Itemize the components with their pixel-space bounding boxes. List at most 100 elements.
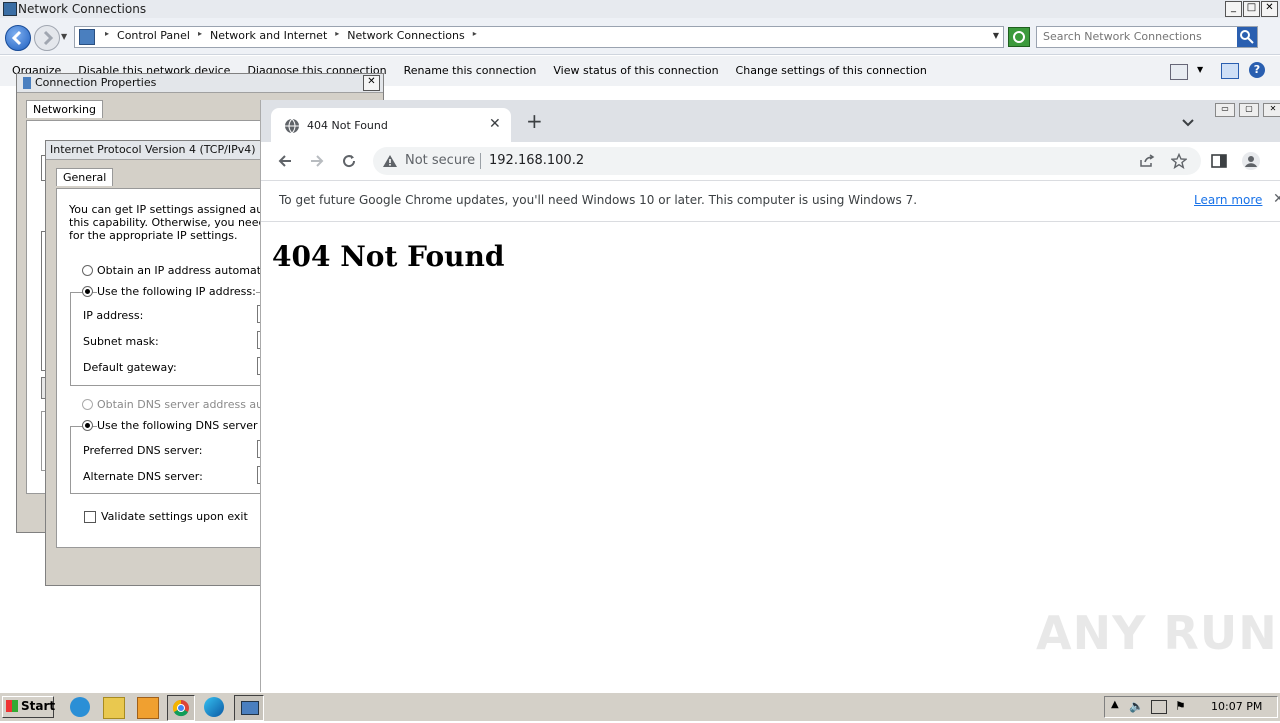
back-icon[interactable] bbox=[277, 153, 293, 169]
obtain-ip-radio[interactable] bbox=[82, 265, 93, 276]
explorer-address-row: ▼ ▸ Control Panel ▸ Network and Internet… bbox=[0, 18, 1280, 55]
forward-arrow-icon bbox=[43, 30, 54, 46]
breadcrumb-network-connections[interactable]: Network Connections bbox=[347, 29, 464, 42]
volume-icon[interactable]: 🔈 bbox=[1129, 699, 1144, 713]
profile-avatar-icon[interactable] bbox=[1241, 151, 1261, 171]
system-tray: ▲ 🔈 ⚑ 10:07 PM bbox=[1104, 696, 1278, 718]
learn-more-link[interactable]: Learn more bbox=[1194, 193, 1262, 207]
view-options-icon[interactable] bbox=[1170, 64, 1188, 80]
infobar-close-icon[interactable]: ✕ bbox=[1273, 191, 1280, 207]
intro-line-3: for the appropriate IP settings. bbox=[69, 229, 238, 242]
breadcrumb-network-internet[interactable]: Network and Internet bbox=[210, 29, 327, 42]
bookmark-star-icon[interactable] bbox=[1171, 153, 1187, 169]
update-infobar: To get future Google Chrome updates, you… bbox=[261, 181, 1280, 222]
use-dns-label: Use the following DNS server addr bbox=[97, 419, 287, 432]
chrome-tab[interactable]: 404 Not Found ✕ bbox=[271, 108, 511, 142]
recent-pages-chevron-icon[interactable]: ▼ bbox=[61, 32, 67, 41]
page-heading: 404 Not Found bbox=[272, 240, 505, 273]
connection-properties-title: Connection Properties bbox=[35, 76, 157, 89]
network-tray-icon[interactable] bbox=[1151, 700, 1167, 714]
not-secure-label[interactable]: Not secure bbox=[405, 153, 475, 168]
use-dns-radio[interactable] bbox=[82, 420, 93, 431]
url-text[interactable]: 192.168.100.2 bbox=[489, 153, 584, 168]
change-settings-button[interactable]: Change settings of this connection bbox=[736, 64, 927, 77]
validate-label: Validate settings upon exit bbox=[101, 510, 248, 523]
maximize-button[interactable]: □ bbox=[1243, 1, 1260, 17]
intro-line-1: You can get IP settings assigned automa bbox=[69, 203, 292, 216]
network-adapter-icon bbox=[23, 77, 31, 89]
back-button[interactable] bbox=[5, 25, 31, 51]
search-icon bbox=[1240, 30, 1254, 44]
connection-properties-close-button[interactable]: ✕ bbox=[363, 75, 380, 91]
tab-close-icon[interactable]: ✕ bbox=[489, 116, 501, 132]
alternate-dns-label: Alternate DNS server: bbox=[83, 470, 203, 483]
obtain-dns-label: Obtain DNS server address autom bbox=[97, 398, 285, 411]
breadcrumb-chevron-icon[interactable]: ▸ bbox=[198, 29, 202, 42]
action-center-flag-icon[interactable]: ⚑ bbox=[1175, 699, 1186, 713]
preview-pane-icon[interactable] bbox=[1221, 63, 1239, 79]
forward-button[interactable] bbox=[34, 25, 60, 51]
close-button[interactable]: ✕ bbox=[1261, 1, 1278, 17]
forward-icon[interactable] bbox=[309, 153, 325, 169]
refresh-icon bbox=[1013, 31, 1025, 43]
breadcrumb-control-panel[interactable]: Control Panel bbox=[117, 29, 190, 42]
show-hidden-icons-icon[interactable]: ▲ bbox=[1111, 699, 1119, 710]
globe-icon bbox=[285, 118, 299, 134]
tab-general[interactable]: General bbox=[56, 168, 114, 186]
chrome-close-button[interactable]: ✕ bbox=[1263, 103, 1280, 117]
breadcrumb-chevron-icon[interactable]: ▸ bbox=[105, 29, 109, 42]
side-panel-icon[interactable] bbox=[1211, 154, 1227, 168]
media-player-icon[interactable] bbox=[137, 697, 159, 719]
tab-search-chevron-icon[interactable] bbox=[1181, 118, 1195, 128]
chrome-restore-button[interactable]: ▢ bbox=[1239, 103, 1259, 117]
minimize-button[interactable]: _ bbox=[1225, 1, 1242, 17]
explorer-title: Network Connections bbox=[18, 2, 147, 16]
clock[interactable]: 10:07 PM bbox=[1211, 700, 1262, 713]
omnibox-divider bbox=[480, 153, 481, 169]
control-panel-icon bbox=[79, 29, 95, 45]
warning-icon[interactable] bbox=[382, 154, 398, 168]
address-dropdown-icon[interactable]: ▼ bbox=[993, 31, 999, 40]
ip-address-label: IP address: bbox=[83, 309, 144, 322]
use-ip-radio[interactable] bbox=[82, 286, 93, 297]
breadcrumb-chevron-icon[interactable]: ▸ bbox=[335, 29, 339, 42]
start-button[interactable]: Start bbox=[2, 696, 55, 718]
edge-icon[interactable] bbox=[204, 697, 224, 717]
infobar-message: To get future Google Chrome updates, you… bbox=[279, 193, 918, 207]
breadcrumb-chevron-icon[interactable]: ▸ bbox=[473, 29, 477, 42]
default-gateway-label: Default gateway: bbox=[83, 361, 177, 374]
explorer-titlebar: Network Connections _ □ ✕ bbox=[0, 0, 1280, 19]
network-window-icon bbox=[241, 701, 259, 715]
file-explorer-icon[interactable] bbox=[103, 697, 125, 719]
tab-title: 404 Not Found bbox=[307, 119, 388, 132]
address-bar[interactable]: ▸ Control Panel ▸ Network and Internet ▸… bbox=[74, 26, 1004, 48]
chrome-taskbar-button[interactable] bbox=[167, 695, 195, 721]
search-input[interactable] bbox=[1041, 29, 1235, 44]
rename-button[interactable]: Rename this connection bbox=[404, 64, 537, 77]
network-connections-taskbar-button[interactable] bbox=[234, 695, 264, 721]
network-folder-icon bbox=[3, 2, 17, 16]
search-box[interactable] bbox=[1036, 26, 1258, 48]
connection-properties-titlebar: Connection Properties ✕ bbox=[17, 74, 383, 93]
internet-explorer-icon[interactable] bbox=[70, 697, 90, 717]
new-tab-icon[interactable]: + bbox=[526, 111, 543, 131]
chrome-tabstrip: 404 Not Found ✕ + ▭ ▢ ✕ bbox=[261, 100, 1280, 142]
search-button[interactable] bbox=[1237, 27, 1257, 47]
omnibox[interactable]: Not secure 192.168.100.2 bbox=[373, 147, 1201, 175]
obtain-dns-radio[interactable] bbox=[82, 399, 93, 410]
view-status-button[interactable]: View status of this connection bbox=[553, 64, 718, 77]
reload-icon[interactable] bbox=[341, 153, 357, 169]
chrome-minimize-button[interactable]: ▭ bbox=[1215, 103, 1235, 117]
validate-checkbox[interactable] bbox=[84, 511, 96, 523]
chrome-window: 404 Not Found ✕ + ▭ ▢ ✕ Not secure 192.1… bbox=[260, 100, 1280, 692]
preferred-dns-label: Preferred DNS server: bbox=[83, 444, 203, 457]
share-icon[interactable] bbox=[1139, 154, 1155, 168]
help-icon[interactable]: ? bbox=[1249, 62, 1265, 78]
tab-networking[interactable]: Networking bbox=[26, 100, 103, 118]
refresh-button[interactable] bbox=[1008, 27, 1030, 47]
use-ip-label: Use the following IP address: bbox=[97, 285, 256, 298]
taskbar: Start ▲ 🔈 ⚑ 10:07 PM bbox=[0, 692, 1280, 721]
view-dropdown-icon[interactable]: ▼ bbox=[1197, 65, 1203, 74]
back-arrow-icon bbox=[11, 30, 22, 46]
chrome-icon bbox=[172, 699, 189, 717]
